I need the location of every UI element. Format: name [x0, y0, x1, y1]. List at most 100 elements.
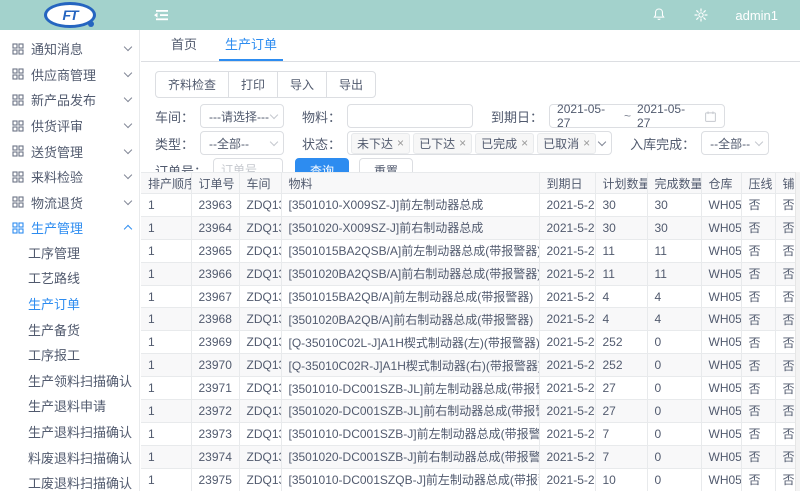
table-row[interactable]: 123975ZDQ13[3501010-DC001SZQB-J]前左制动器总成(…: [141, 468, 795, 491]
sidebar-item[interactable]: 生产管理: [0, 215, 139, 241]
tag-close-icon[interactable]: ×: [583, 137, 590, 149]
sidebar-subitem[interactable]: 工艺路线: [0, 266, 139, 292]
table-row[interactable]: 123970ZDQ13[Q-35010C02R-J]A1H楔式制动器(右)(带报…: [141, 354, 795, 377]
table-row[interactable]: 123969ZDQ13[Q-35010C02L-J]A1H楔式制动器(左)(带报…: [141, 331, 795, 354]
tag-close-icon[interactable]: ×: [397, 137, 404, 149]
tab-item[interactable]: 首页: [157, 30, 211, 61]
table-cell: 否: [775, 377, 795, 400]
sidebar-subitem[interactable]: 生产备货: [0, 318, 139, 344]
sidebar-item[interactable]: 新产品发布: [0, 87, 139, 113]
table-cell: 否: [775, 239, 795, 262]
table-cell: ZDQ13: [239, 216, 281, 239]
sidebar-subitem[interactable]: 工废退料扫描确认: [0, 471, 139, 491]
toolbar-button[interactable]: 导入: [277, 71, 327, 98]
table-cell: 23964: [191, 216, 239, 239]
table-cell: 23965: [191, 239, 239, 262]
table-row[interactable]: 123968ZDQ13[3501020BA2QB/A]前右制动器总成(带报警器)…: [141, 308, 795, 331]
sidebar-subitem[interactable]: 生产退料申请: [0, 394, 139, 420]
type-label: 类型：: [155, 134, 194, 153]
table-row[interactable]: 123972ZDQ13[3501020-DC001SZB-JL]前右制动器总成(…: [141, 400, 795, 423]
sidebar-subitem[interactable]: 料废退料扫描确认: [0, 446, 139, 472]
table-cell: 2021-5-27: [539, 445, 595, 468]
status-tag-label: 已完成: [481, 135, 517, 152]
table-cell: WH05: [701, 285, 741, 308]
table-cell: 11: [647, 262, 701, 285]
table-cell: ZDQ13: [239, 400, 281, 423]
orders-table: 排产顺序订单号车间物料到期日计划数量完成数量仓库压线铺线 123963ZDQ13…: [141, 172, 795, 491]
main-content: 首页生产订单 齐料检查打印导入导出 车间： ---请选择--- 物料： 到期日：…: [141, 30, 800, 491]
table-cell: 0: [647, 354, 701, 377]
table-row[interactable]: 123971ZDQ13[3501010-DC001SZB-JL]前左制动器总成(…: [141, 377, 795, 400]
sidebar-item[interactable]: 供应商管理: [0, 62, 139, 88]
table-cell: 2021-5-27: [539, 262, 595, 285]
sidebar-item[interactable]: 物流退货: [0, 190, 139, 216]
table-row[interactable]: 123973ZDQ13[3501010-DC001SZB-J]前左制动器总成(带…: [141, 422, 795, 445]
table-cell: 否: [741, 239, 775, 262]
storage-done-select[interactable]: --全部--: [701, 131, 769, 155]
status-multiselect[interactable]: 未下达×已下达×已完成×已取消×: [347, 131, 612, 155]
table-row[interactable]: 123974ZDQ13[3501020-DC001SZB-J]前右制动器总成(带…: [141, 445, 795, 468]
material-input-wrap: [347, 104, 473, 128]
workshop-select[interactable]: ---请选择---: [200, 104, 284, 128]
material-input[interactable]: [355, 109, 465, 123]
sidebar-item[interactable]: 来料检验: [0, 164, 139, 190]
table-row[interactable]: 123967ZDQ13[3501015BA2QB/A]前左制动器总成(带报警器)…: [141, 285, 795, 308]
status-tag: 未下达×: [351, 133, 410, 154]
table-body: 123963ZDQ13[3501010-X009SZ-J]前左制动器总成2021…: [141, 194, 795, 491]
table-cell: WH05: [701, 239, 741, 262]
table-row[interactable]: 123963ZDQ13[3501010-X009SZ-J]前左制动器总成2021…: [141, 194, 795, 217]
notification-bell-icon[interactable]: [651, 7, 667, 23]
tag-close-icon[interactable]: ×: [459, 137, 466, 149]
settings-gear-icon[interactable]: [693, 7, 709, 23]
type-select[interactable]: --全部--: [200, 131, 284, 155]
table-cell: 2021-5-27: [539, 239, 595, 262]
table-cell: ZDQ13: [239, 468, 281, 491]
table-cell: [3501015BA2QB/A]前左制动器总成(带报警器): [281, 285, 539, 308]
table-cell: [Q-35010C02R-J]A1H楔式制动器(右)(带报警器): [281, 354, 539, 377]
table-cell: ZDQ13: [239, 239, 281, 262]
sidebar-subitem[interactable]: 生产领料扫描确认: [0, 369, 139, 395]
toolbar: 齐料检查打印导入导出: [141, 62, 800, 104]
material-label: 物料：: [302, 107, 341, 126]
chevron-down-icon: [124, 94, 132, 102]
table-row[interactable]: 123964ZDQ13[3501020-X009SZ-J]前右制动器总成2021…: [141, 216, 795, 239]
sidebar-subitem[interactable]: 工序管理: [0, 241, 139, 267]
table-cell: 2021-5-27: [539, 308, 595, 331]
toolbar-button[interactable]: 齐料检查: [155, 71, 229, 98]
column-header: 仓库: [701, 173, 741, 194]
sidebar-subitem[interactable]: 生产退料扫描确认: [0, 420, 139, 446]
column-header: 完成数量: [647, 173, 701, 194]
sidebar-subitem[interactable]: 工序报工: [0, 343, 139, 369]
table-cell: [3501010-DC001SZQB-J]前左制动器总成(带报警器): [281, 468, 539, 491]
logo-text: FT: [62, 7, 77, 23]
table-cell: 否: [775, 331, 795, 354]
tab-active[interactable]: 生产订单: [211, 30, 291, 61]
tag-close-icon[interactable]: ×: [521, 137, 528, 149]
table-cell: 0: [647, 445, 701, 468]
status-label: 状态：: [302, 134, 341, 153]
toolbar-button[interactable]: 打印: [228, 71, 278, 98]
filter-panel: 车间： ---请选择--- 物料： 到期日： 2021-05-27 ~ 2021…: [141, 104, 800, 182]
column-header: 到期日: [539, 173, 595, 194]
sidebar-subitem[interactable]: 生产订单: [0, 292, 139, 318]
vertical-scrollbar[interactable]: [795, 172, 800, 491]
sidebar-collapse-icon[interactable]: [152, 7, 170, 23]
sidebar-item[interactable]: 送货管理: [0, 138, 139, 164]
table-cell: 否: [775, 354, 795, 377]
due-date-range-picker[interactable]: 2021-05-27 ~ 2021-05-27: [549, 104, 725, 128]
toolbar-button[interactable]: 导出: [326, 71, 376, 98]
sidebar-item[interactable]: 通知消息: [0, 36, 139, 62]
table-cell: 2021-5-27: [539, 468, 595, 491]
table-cell: 2021-5-27: [539, 194, 595, 217]
table-cell: 2021-5-27: [539, 285, 595, 308]
table-cell: 1: [141, 377, 191, 400]
table-cell: 1: [141, 445, 191, 468]
table-cell: 2021-5-27: [539, 400, 595, 423]
current-user[interactable]: admin1: [735, 8, 778, 23]
table-row[interactable]: 123966ZDQ13[3501020BA2QSB/A]前右制动器总成(带报警器…: [141, 262, 795, 285]
table-cell: 0: [647, 331, 701, 354]
table-cell: 1: [141, 239, 191, 262]
table-cell: WH05: [701, 422, 741, 445]
table-row[interactable]: 123965ZDQ13[3501015BA2QSB/A]前左制动器总成(带报警器…: [141, 239, 795, 262]
sidebar-item[interactable]: 供货评审: [0, 113, 139, 139]
